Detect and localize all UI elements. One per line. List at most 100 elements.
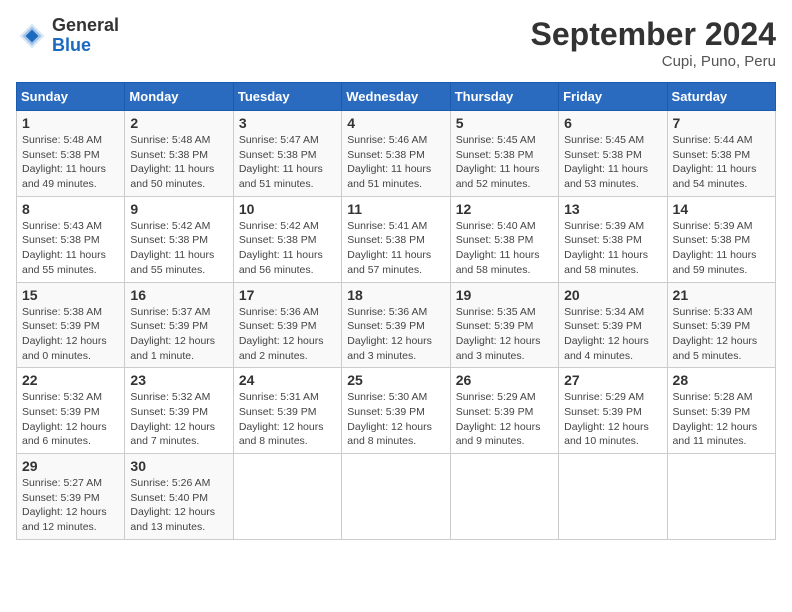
sunrise-label: Sunrise:: [130, 391, 171, 403]
sunset-value: 5:38 PM: [603, 149, 642, 161]
daylight-label: Daylight: 12 hours and 11 minutes.: [673, 421, 758, 448]
calendar-cell: 15 Sunrise: 5:38 AM Sunset: 5:39 PM Dayl…: [17, 282, 125, 368]
day-info: Sunrise: 5:45 AM Sunset: 5:38 PM Dayligh…: [456, 133, 553, 192]
day-number: 15: [22, 287, 119, 303]
sunrise-label: Sunrise:: [239, 306, 280, 318]
calendar-cell: 9 Sunrise: 5:42 AM Sunset: 5:38 PM Dayli…: [125, 196, 233, 282]
sunset-value: 5:38 PM: [277, 234, 316, 246]
logo-text: General Blue: [52, 16, 119, 56]
calendar-week-row: 15 Sunrise: 5:38 AM Sunset: 5:39 PM Dayl…: [17, 282, 776, 368]
sunset-label: Sunset:: [239, 234, 278, 246]
daylight-label: Daylight: 12 hours and 12 minutes.: [22, 506, 107, 533]
sunrise-value: 5:41 AM: [389, 220, 428, 232]
sunset-value: 5:39 PM: [603, 320, 642, 332]
sunset-value: 5:38 PM: [603, 234, 642, 246]
day-number: 6: [564, 115, 661, 131]
day-number: 24: [239, 372, 336, 388]
logo-line1: General: [52, 16, 119, 36]
calendar-cell: [342, 454, 450, 540]
sunset-label: Sunset:: [673, 320, 712, 332]
day-info: Sunrise: 5:32 AM Sunset: 5:39 PM Dayligh…: [130, 390, 227, 449]
calendar-cell: 18 Sunrise: 5:36 AM Sunset: 5:39 PM Dayl…: [342, 282, 450, 368]
daylight-label: Daylight: 11 hours and 55 minutes.: [22, 249, 106, 276]
sunset-label: Sunset:: [22, 234, 61, 246]
calendar-cell: 25 Sunrise: 5:30 AM Sunset: 5:39 PM Dayl…: [342, 368, 450, 454]
sunset-label: Sunset:: [130, 234, 169, 246]
day-info: Sunrise: 5:29 AM Sunset: 5:39 PM Dayligh…: [456, 390, 553, 449]
sunrise-label: Sunrise:: [673, 220, 714, 232]
sunrise-value: 5:29 AM: [497, 391, 536, 403]
daylight-label: Daylight: 12 hours and 3 minutes.: [347, 335, 432, 362]
day-number: 27: [564, 372, 661, 388]
daylight-label: Daylight: 12 hours and 6 minutes.: [22, 421, 107, 448]
daylight-label: Daylight: 11 hours and 53 minutes.: [564, 163, 648, 190]
daylight-label: Daylight: 12 hours and 10 minutes.: [564, 421, 649, 448]
sunset-label: Sunset:: [347, 320, 386, 332]
sunrise-label: Sunrise:: [239, 391, 280, 403]
sunrise-label: Sunrise:: [130, 477, 171, 489]
logo-icon: [16, 20, 48, 52]
sunrise-label: Sunrise:: [22, 134, 63, 146]
sunrise-label: Sunrise:: [239, 134, 280, 146]
calendar-cell: 1 Sunrise: 5:48 AM Sunset: 5:38 PM Dayli…: [17, 111, 125, 197]
daylight-label: Daylight: 12 hours and 1 minute.: [130, 335, 215, 362]
daylight-label: Daylight: 11 hours and 58 minutes.: [564, 249, 648, 276]
calendar-cell: 2 Sunrise: 5:48 AM Sunset: 5:38 PM Dayli…: [125, 111, 233, 197]
daylight-label: Daylight: 11 hours and 52 minutes.: [456, 163, 540, 190]
sunrise-label: Sunrise:: [564, 391, 605, 403]
sunset-label: Sunset:: [130, 406, 169, 418]
sunrise-label: Sunrise:: [347, 391, 388, 403]
sunrise-label: Sunrise:: [347, 134, 388, 146]
day-number: 23: [130, 372, 227, 388]
sunset-value: 5:38 PM: [494, 149, 533, 161]
calendar-cell: [450, 454, 558, 540]
day-info: Sunrise: 5:48 AM Sunset: 5:38 PM Dayligh…: [130, 133, 227, 192]
day-number: 10: [239, 201, 336, 217]
daylight-label: Daylight: 11 hours and 51 minutes.: [239, 163, 323, 190]
sunset-value: 5:38 PM: [61, 234, 100, 246]
sunset-label: Sunset:: [22, 149, 61, 161]
day-number: 5: [456, 115, 553, 131]
sunset-value: 5:38 PM: [711, 149, 750, 161]
daylight-label: Daylight: 12 hours and 7 minutes.: [130, 421, 215, 448]
calendar-title: September 2024: [531, 16, 776, 53]
calendar-cell: 5 Sunrise: 5:45 AM Sunset: 5:38 PM Dayli…: [450, 111, 558, 197]
day-number: 13: [564, 201, 661, 217]
sunset-label: Sunset:: [347, 149, 386, 161]
day-info: Sunrise: 5:43 AM Sunset: 5:38 PM Dayligh…: [22, 219, 119, 278]
sunrise-value: 5:38 AM: [63, 306, 102, 318]
sunset-value: 5:38 PM: [494, 234, 533, 246]
day-number: 29: [22, 458, 119, 474]
sunrise-label: Sunrise:: [673, 134, 714, 146]
daylight-label: Daylight: 12 hours and 9 minutes.: [456, 421, 541, 448]
day-number: 30: [130, 458, 227, 474]
day-info: Sunrise: 5:32 AM Sunset: 5:39 PM Dayligh…: [22, 390, 119, 449]
sunset-value: 5:39 PM: [61, 320, 100, 332]
sunset-label: Sunset:: [347, 406, 386, 418]
calendar-cell: 24 Sunrise: 5:31 AM Sunset: 5:39 PM Dayl…: [233, 368, 341, 454]
calendar-cell: 11 Sunrise: 5:41 AM Sunset: 5:38 PM Dayl…: [342, 196, 450, 282]
sunset-label: Sunset:: [22, 406, 61, 418]
sunset-value: 5:38 PM: [386, 149, 425, 161]
day-info: Sunrise: 5:34 AM Sunset: 5:39 PM Dayligh…: [564, 305, 661, 364]
calendar-cell: 6 Sunrise: 5:45 AM Sunset: 5:38 PM Dayli…: [559, 111, 667, 197]
calendar-cell: 27 Sunrise: 5:29 AM Sunset: 5:39 PM Dayl…: [559, 368, 667, 454]
sunset-label: Sunset:: [564, 149, 603, 161]
sunset-label: Sunset:: [130, 492, 169, 504]
day-info: Sunrise: 5:41 AM Sunset: 5:38 PM Dayligh…: [347, 219, 444, 278]
sunrise-value: 5:36 AM: [280, 306, 319, 318]
day-number: 2: [130, 115, 227, 131]
day-info: Sunrise: 5:38 AM Sunset: 5:39 PM Dayligh…: [22, 305, 119, 364]
day-number: 14: [673, 201, 770, 217]
sunset-value: 5:39 PM: [386, 320, 425, 332]
sunset-label: Sunset:: [239, 149, 278, 161]
header-tuesday: Tuesday: [233, 83, 341, 111]
logo: General Blue: [16, 16, 119, 56]
sunrise-label: Sunrise:: [130, 306, 171, 318]
sunrise-label: Sunrise:: [22, 306, 63, 318]
sunrise-label: Sunrise:: [22, 477, 63, 489]
day-number: 25: [347, 372, 444, 388]
sunrise-label: Sunrise:: [564, 220, 605, 232]
sunset-value: 5:39 PM: [494, 320, 533, 332]
daylight-label: Daylight: 12 hours and 4 minutes.: [564, 335, 649, 362]
